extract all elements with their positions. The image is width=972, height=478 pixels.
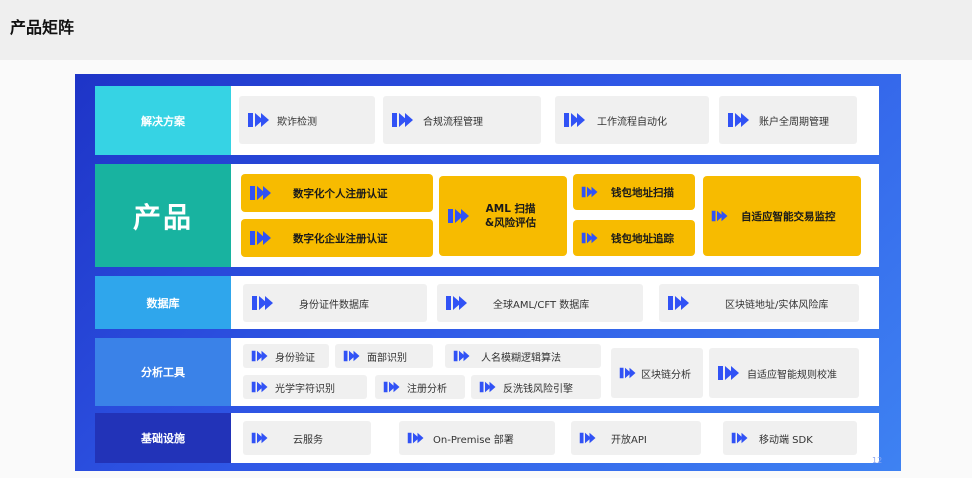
brand-logo-icon xyxy=(250,231,271,245)
chip-label: 区块链分析 xyxy=(641,369,691,381)
chip-analysis: 人名模糊逻辑算法 xyxy=(445,344,601,368)
brand-logo-icon xyxy=(718,366,739,380)
chip-label: 区块链地址/实体风险库 xyxy=(725,299,829,311)
chip-infra: On-Premise 部署 xyxy=(399,421,555,455)
chip-label: 全球AML/CFT 数据库 xyxy=(493,299,590,311)
chip-label: 数字化企业注册认证 xyxy=(293,232,388,245)
chip-label: 面部识别 xyxy=(367,352,407,364)
row-content-infra: 云服务 On-Premise 部署 开放API 移动端 SDK xyxy=(231,413,879,463)
chip-analysis: 身份验证 xyxy=(243,344,329,368)
row-product: 产品 数字化个人注册认证 数字化企业注册认证 AML 扫描 &风险评估 钱包地址… xyxy=(95,164,879,267)
chip-label: 移动端 SDK xyxy=(759,434,813,446)
chip-product: 自适应智能交易监控 xyxy=(703,176,861,256)
chip-analysis: 光学字符识别 xyxy=(243,375,367,399)
brand-logo-icon xyxy=(453,350,470,362)
chip-product: AML 扫描 &风险评估 xyxy=(439,176,567,256)
chip-label: 数字化个人注册认证 xyxy=(293,187,388,200)
row-solution: 解决方案 欺诈检测 合规流程管理 工作流程自动化 账户全周期管理 xyxy=(95,86,879,155)
chip-analysis: 面部识别 xyxy=(335,344,433,368)
row-label-product: 产品 xyxy=(95,164,231,267)
chip-label: 身份验证 xyxy=(275,352,315,364)
row-content-analysis: 身份验证 面部识别 人名模糊逻辑算法 光学字符识别 注册分析 反洗钱风险引擎 区… xyxy=(231,338,879,406)
chip-label: 钱包地址扫描 xyxy=(611,186,674,199)
chip-database: 身份证件数据库 xyxy=(243,284,427,322)
row-content-solution: 欺诈检测 合规流程管理 工作流程自动化 账户全周期管理 xyxy=(231,86,879,155)
chip-label: 开放API xyxy=(611,434,647,446)
chip-label: 云服务 xyxy=(293,434,323,446)
brand-logo-icon xyxy=(251,350,268,362)
row-content-product: 数字化个人注册认证 数字化企业注册认证 AML 扫描 &风险评估 钱包地址扫描 … xyxy=(231,164,879,267)
chip-infra: 云服务 xyxy=(243,421,371,455)
row-label-database: 数据库 xyxy=(95,276,231,329)
chip-label: 自适应智能交易监控 xyxy=(741,210,836,223)
brand-logo-icon xyxy=(392,113,413,127)
brand-logo-icon xyxy=(619,367,636,379)
chip-solution: 欺诈检测 xyxy=(239,96,375,144)
chip-infra: 开放API xyxy=(571,421,701,455)
brand-logo-icon xyxy=(251,432,268,444)
chip-label: 注册分析 xyxy=(407,383,447,395)
brand-logo-icon xyxy=(564,113,585,127)
chip-analysis: 区块链分析 xyxy=(611,348,703,398)
page-number: 12 xyxy=(872,456,883,465)
chip-label: 合规流程管理 xyxy=(423,116,483,128)
chip-solution: 合规流程管理 xyxy=(383,96,541,144)
row-infra: 基础设施 云服务 On-Premise 部署 开放API 移动端 SDK xyxy=(95,413,879,463)
chip-label: AML 扫描 &风险评估 xyxy=(485,203,537,229)
chip-analysis: 反洗钱风险引擎 xyxy=(471,375,601,399)
brand-logo-icon xyxy=(668,296,689,310)
brand-logo-icon xyxy=(711,210,728,222)
brand-logo-icon xyxy=(579,432,596,444)
chip-label: 光学字符识别 xyxy=(275,383,335,395)
brand-logo-icon xyxy=(479,381,496,393)
header-band: 产品矩阵 xyxy=(0,0,972,61)
chip-infra: 移动端 SDK xyxy=(723,421,857,455)
brand-logo-icon xyxy=(728,113,749,127)
row-label-analysis: 分析工具 xyxy=(95,338,231,406)
chip-product: 钱包地址扫描 xyxy=(573,174,695,210)
page-title: 产品矩阵 xyxy=(10,18,75,37)
row-analysis: 分析工具 身份验证 面部识别 人名模糊逻辑算法 光学字符识别 注册分析 反洗钱风… xyxy=(95,338,879,406)
brand-logo-icon xyxy=(446,296,467,310)
brand-logo-icon xyxy=(248,113,269,127)
row-label-solution: 解决方案 xyxy=(95,86,231,155)
chip-analysis: 自适应智能规则校准 xyxy=(709,348,859,398)
brand-logo-icon xyxy=(407,432,424,444)
chip-product: 数字化个人注册认证 xyxy=(241,174,433,212)
row-label-infra: 基础设施 xyxy=(95,413,231,463)
chip-label: 钱包地址追踪 xyxy=(611,232,674,245)
chip-product: 钱包地址追踪 xyxy=(573,220,695,256)
chip-solution: 账户全周期管理 xyxy=(719,96,857,144)
brand-logo-icon xyxy=(383,381,400,393)
brand-logo-icon xyxy=(581,232,598,244)
chip-label: 人名模糊逻辑算法 xyxy=(481,352,561,364)
row-database: 数据库 身份证件数据库 全球AML/CFT 数据库 区块链地址/实体风险库 xyxy=(95,276,879,329)
chip-label: 身份证件数据库 xyxy=(299,299,369,311)
chip-analysis: 注册分析 xyxy=(375,375,465,399)
chip-database: 区块链地址/实体风险库 xyxy=(659,284,859,322)
chip-label: 自适应智能规则校准 xyxy=(747,369,837,381)
chip-label: 账户全周期管理 xyxy=(759,116,829,128)
brand-logo-icon xyxy=(343,350,360,362)
chip-product: 数字化企业注册认证 xyxy=(241,219,433,257)
chip-label: On-Premise 部署 xyxy=(433,434,514,446)
chip-database: 全球AML/CFT 数据库 xyxy=(437,284,643,322)
brand-logo-icon xyxy=(581,186,598,198)
chip-label: 欺诈检测 xyxy=(277,116,317,128)
brand-logo-icon xyxy=(731,432,748,444)
brand-logo-icon xyxy=(448,209,469,223)
chip-solution: 工作流程自动化 xyxy=(555,96,709,144)
slide: 产品矩阵 解决方案 欺诈检测 合规流程管理 工作流程自动化 账户全周期管理 产品… xyxy=(0,0,972,478)
row-content-database: 身份证件数据库 全球AML/CFT 数据库 区块链地址/实体风险库 xyxy=(231,276,879,329)
chip-label: 反洗钱风险引擎 xyxy=(503,383,573,395)
brand-logo-icon xyxy=(250,186,271,200)
brand-logo-icon xyxy=(252,296,273,310)
brand-logo-icon xyxy=(251,381,268,393)
chip-label: 工作流程自动化 xyxy=(597,116,667,128)
